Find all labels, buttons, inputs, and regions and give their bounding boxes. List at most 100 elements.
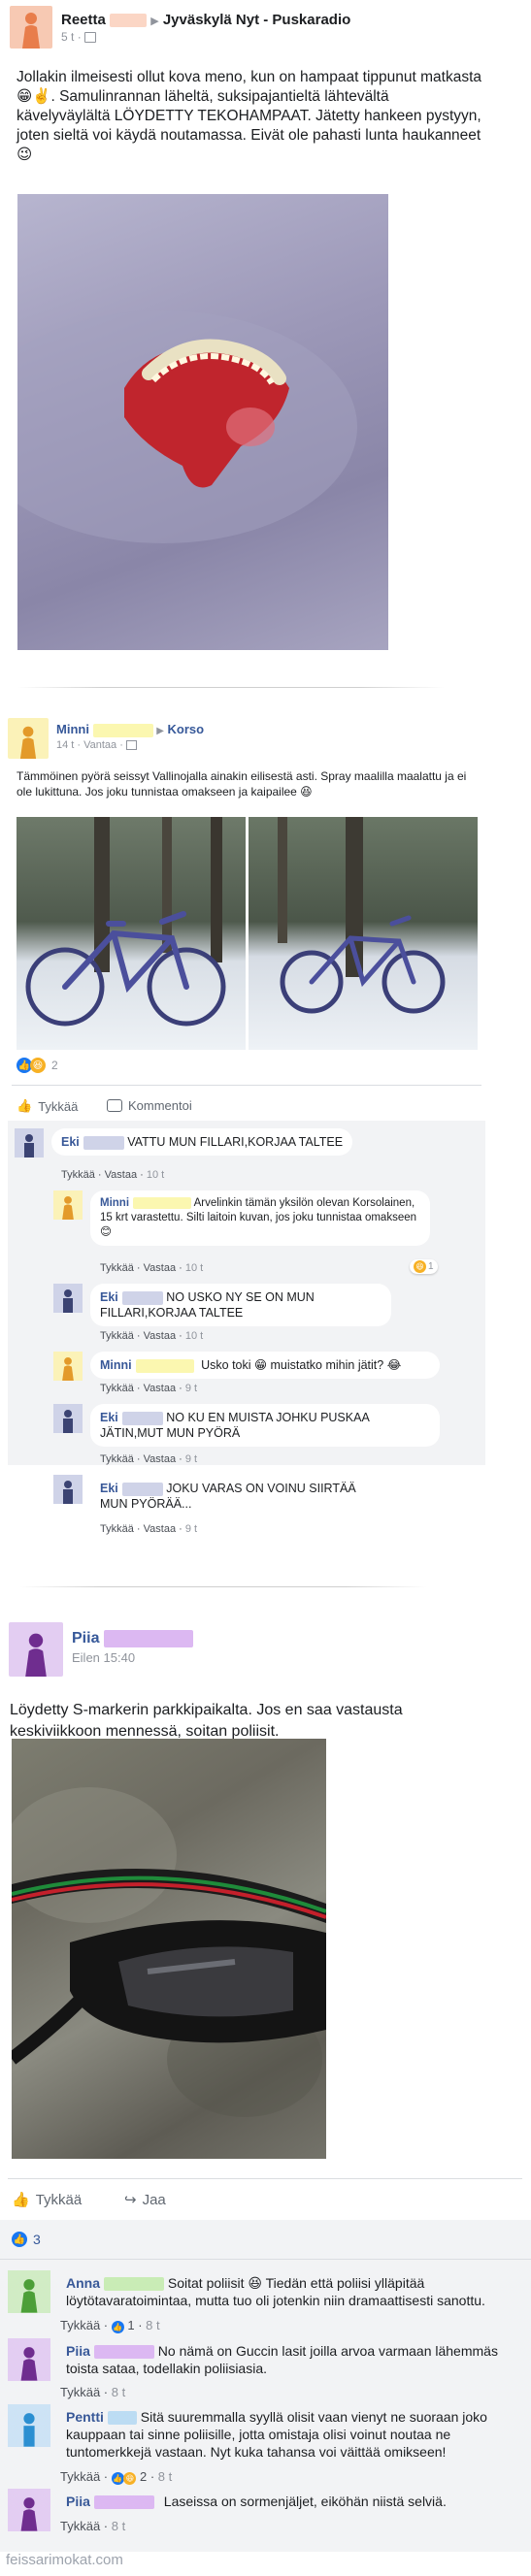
post-1: Reetta ▶ Jyväskylä Nyt - Puskaradio 5 t … [0,0,531,689]
comment-author[interactable]: Eki [100,1290,118,1304]
comment-actions: Tykkää · Vastaa · 10 t [100,1262,204,1274]
like-reaction-icon: 👍 [12,2232,27,2247]
comment-bubble: Eki NO USKO NY SE ON MUN FILLARI,KORJAA … [90,1284,391,1326]
comment-reply[interactable]: Vastaa [144,1523,176,1535]
reaction-summary[interactable]: 👍 😆 2 [17,1058,58,1073]
divider [0,2259,531,2260]
comment-reply[interactable]: Vastaa [105,1169,137,1181]
comment-time[interactable]: 10 t [147,1169,164,1181]
bicycle-image [25,817,226,1027]
comment-like[interactable]: Tykkää [60,2318,100,2332]
like-button[interactable]: 👍 Tykkää [12,2191,82,2209]
comment-like[interactable]: Tykkää [60,2469,100,2484]
comment-time[interactable]: 9 t [185,1383,197,1394]
like-button[interactable]: 👍 Tykkää [17,1098,78,1114]
avatar[interactable] [53,1404,83,1433]
comment-text: VATTU MUN FILLARI,KORJAA TALTEE [127,1135,344,1149]
comment-bubble: Eki VATTU MUN FILLARI,KORJAA TALTEE [51,1128,353,1156]
post-time[interactable]: 14 t · Vantaa · [56,739,123,751]
comment-reply[interactable]: Vastaa [144,1383,176,1394]
comment-reply[interactable]: Vastaa [144,1262,176,1274]
comment-actions: Tykkää · 8 t [60,2519,126,2533]
avatar[interactable] [8,2338,50,2381]
post-photo[interactable] [17,194,388,650]
avatar[interactable] [8,2270,50,2313]
comment-bubble: Pentti Sitä suuremmalla syyllä olisit va… [58,2404,520,2464]
post-author[interactable]: Minni [56,722,89,736]
comment-bubble: Minni Arvelinkin tämän yksilön olevan Ko… [90,1190,430,1246]
avatar[interactable] [9,1622,63,1677]
comment-like[interactable]: Tykkää [100,1453,134,1465]
comment-time[interactable]: 9 t [185,1453,197,1465]
share-button[interactable]: ↪ Jaa [124,2191,166,2209]
comment-author[interactable]: Piia [66,2343,90,2359]
comment-author[interactable]: Pentti [66,2409,104,2425]
comment-time[interactable]: 8 t [112,2519,125,2533]
comment: Anna Soitat poliisit 😆 Tiedän että polii… [8,2270,501,2313]
divider [12,1085,481,1086]
share-icon: ↪ [124,2192,137,2208]
comment-like[interactable]: Tykkää [100,1330,134,1342]
comment-author[interactable]: Minni [100,1197,129,1209]
comment-author[interactable]: Eki [61,1135,80,1149]
post-photo[interactable] [12,1739,326,2159]
comment-icon [107,1099,122,1112]
comment-author[interactable]: Eki [100,1482,118,1495]
redacted-name [103,1630,193,1647]
post-time[interactable]: 5 t [61,30,74,44]
avatar[interactable] [53,1352,83,1381]
comment-like[interactable]: Tykkää [100,1262,134,1274]
comment-time[interactable]: 10 t [185,1262,203,1274]
avatar[interactable] [15,1128,44,1158]
avatar[interactable] [53,1190,83,1220]
post-3-header: Piia Eilen 15:40 [9,1622,193,1677]
comment-like[interactable]: Tykkää [61,1169,95,1181]
redacted-name [93,2345,154,2360]
group-name[interactable]: Jyväskylä Nyt - Puskaradio [163,12,350,28]
comment-time[interactable]: 8 t [158,2469,172,2484]
comment-reply: Minni Usko toki 😁 muistatko mihin jätit?… [53,1352,440,1381]
comment-reply: Eki NO USKO NY SE ON MUN FILLARI,KORJAA … [53,1284,391,1326]
comment-button[interactable]: Kommentoi [107,1098,192,1113]
post-time[interactable]: Eilen 15:40 [72,1650,135,1665]
post-text: Tämmöinen pyörä seissyt Vallinojalla ain… [17,769,467,799]
reaction-count: 2 [51,1059,58,1072]
post-text: Löydetty S-markerin parkkipaikalta. Jos … [10,1702,403,1740]
comment-reactions[interactable]: 😆 1 [410,1259,438,1274]
like-reaction-icon: 👍 [111,2472,124,2485]
comment-time[interactable]: 8 t [112,2385,125,2399]
comment-like[interactable]: Tykkää [60,2385,100,2399]
avatar[interactable] [53,1475,83,1504]
comment-author[interactable]: Piia [66,2494,90,2509]
post-photo-1[interactable] [17,817,246,1050]
comment-text: Laseissa on sormenjäljet, eiköhän niistä… [163,2494,447,2509]
comment-reply[interactable]: Vastaa [144,1453,176,1465]
avatar[interactable] [8,2404,50,2447]
arrow-icon: ▶ [156,726,164,736]
post-author[interactable]: Reetta [61,12,106,28]
comment-like[interactable]: Tykkää [60,2519,100,2533]
post-photo-2[interactable] [249,817,478,1050]
audience-icon [84,32,97,44]
comment-author[interactable]: Eki [100,1411,118,1424]
comment-time[interactable]: 8 t [146,2318,159,2332]
comment-actions: Tykkää · Vastaa · 10 t [61,1169,165,1181]
comment: Eki VATTU MUN FILLARI,KORJAA TALTEE [15,1128,353,1158]
avatar[interactable] [8,2489,50,2531]
avatar[interactable] [53,1284,83,1313]
comment-like[interactable]: Tykkää [100,1523,134,1535]
comment-time[interactable]: 9 t [185,1523,197,1535]
reaction-summary[interactable]: 👍 3 [12,2232,41,2247]
comment-bubble: Eki JOKU VARAS ON VOINU SIIRTÄÄ MUN PYÖR… [90,1475,391,1517]
post-author[interactable]: Piia [72,1630,99,1647]
watermark: feissarimokat.com [6,2552,123,2568]
avatar[interactable] [8,718,49,759]
comment-like[interactable]: Tykkää [100,1383,134,1394]
comment-author[interactable]: Minni [100,1358,132,1372]
group-name[interactable]: Korso [168,722,205,736]
comment-time[interactable]: 10 t [185,1330,203,1342]
comment: Pentti Sitä suuremmalla syyllä olisit va… [8,2404,520,2464]
comment-author[interactable]: Anna [66,2275,100,2291]
avatar[interactable] [10,6,52,49]
comment-reply[interactable]: Vastaa [144,1330,176,1342]
